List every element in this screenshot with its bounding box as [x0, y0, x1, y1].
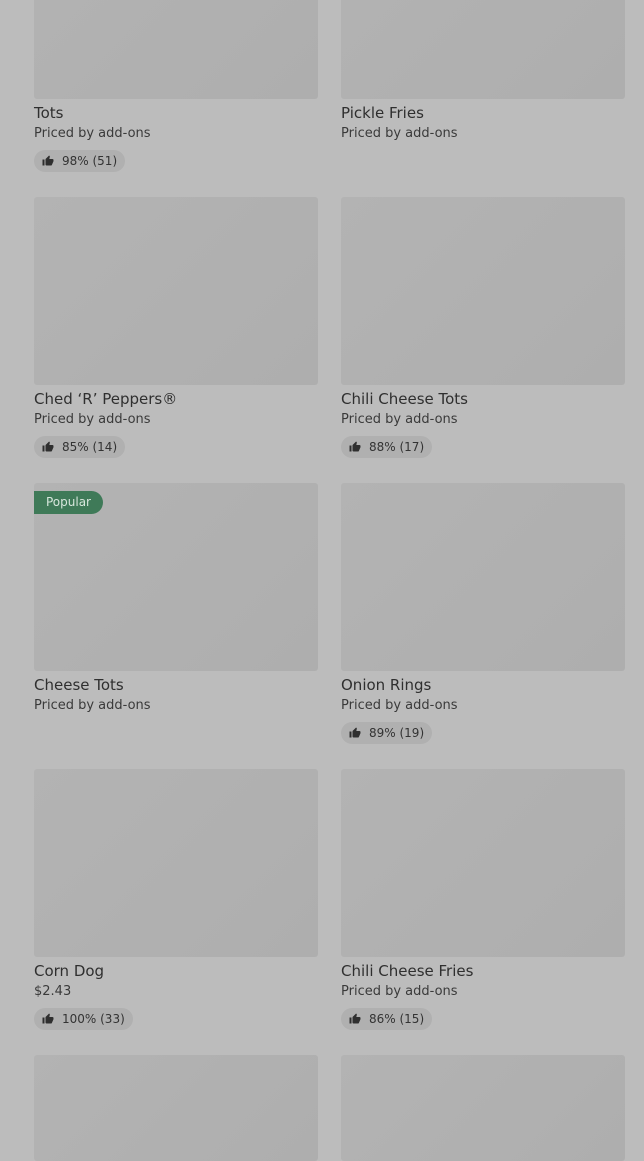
item-image[interactable] — [341, 483, 625, 671]
item-price: Priced by add-ons — [341, 126, 458, 141]
rating-chip: 89% (19) — [341, 722, 433, 744]
menu-item-card[interactable]: Pickle Fries Priced by add-ons — [341, 0, 625, 143]
rating-text: 89% (19) — [369, 726, 425, 740]
rating-chip: 86% (15) — [341, 1008, 433, 1030]
item-price: Priced by add-ons — [341, 984, 458, 999]
rating-chip: 100% (33) — [34, 1008, 133, 1030]
menu-item-grid: Tots Priced by add-ons 98% (51) Pickle F… — [0, 0, 644, 1161]
thumbs-up-icon — [42, 1013, 54, 1024]
popular-badge: Popular — [34, 491, 103, 514]
item-name: Ched ‘R’ Peppers® — [34, 390, 178, 408]
item-image[interactable] — [341, 1055, 625, 1161]
menu-item-card[interactable]: Popular Cheese Tots Priced by add-ons — [34, 483, 318, 715]
thumbs-up-icon — [349, 727, 361, 738]
rating-text: 86% (15) — [369, 1012, 425, 1026]
item-name: Cheese Tots — [34, 676, 124, 694]
rating-chip: 88% (17) — [341, 436, 433, 458]
item-image[interactable] — [341, 197, 625, 385]
item-price: Priced by add-ons — [34, 698, 151, 713]
menu-item-card[interactable]: Tots Priced by add-ons 98% (51) — [34, 0, 318, 172]
rating-chip: 98% (51) — [34, 150, 126, 172]
rating-chip: 85% (14) — [34, 436, 126, 458]
item-image[interactable] — [341, 0, 625, 99]
rating-text: 98% (51) — [62, 154, 118, 168]
item-price: Priced by add-ons — [34, 412, 151, 427]
item-price: Priced by add-ons — [34, 126, 151, 141]
item-image[interactable] — [34, 0, 318, 99]
item-price: $2.43 — [34, 984, 72, 999]
item-name: Corn Dog — [34, 962, 105, 980]
item-image[interactable] — [34, 197, 318, 385]
menu-item-card[interactable]: Chili Cheese Fries Priced by add-ons 86%… — [341, 769, 625, 1030]
menu-item-card[interactable] — [341, 1055, 625, 1161]
rating-text: 85% (14) — [62, 440, 118, 454]
menu-item-card[interactable] — [34, 1055, 318, 1161]
thumbs-up-icon — [349, 1013, 361, 1024]
item-image[interactable] — [341, 769, 625, 957]
item-name: Pickle Fries — [341, 104, 424, 122]
item-image[interactable] — [34, 1055, 318, 1161]
item-image[interactable]: Popular — [34, 483, 318, 671]
menu-item-card[interactable]: Chili Cheese Tots Priced by add-ons 88% … — [341, 197, 625, 458]
item-price: Priced by add-ons — [341, 412, 458, 427]
item-name: Chili Cheese Tots — [341, 390, 468, 408]
thumbs-up-icon — [349, 441, 361, 452]
menu-item-card[interactable]: Onion Rings Priced by add-ons 89% (19) — [341, 483, 625, 744]
item-name: Tots — [34, 104, 64, 122]
item-name: Chili Cheese Fries — [341, 962, 474, 980]
item-price: Priced by add-ons — [341, 698, 458, 713]
menu-item-card[interactable]: Corn Dog $2.43 100% (33) — [34, 769, 318, 1030]
item-image[interactable] — [34, 769, 318, 957]
item-name: Onion Rings — [341, 676, 432, 694]
rating-text: 88% (17) — [369, 440, 425, 454]
rating-text: 100% (33) — [62, 1012, 125, 1026]
thumbs-up-icon — [42, 441, 54, 452]
thumbs-up-icon — [42, 155, 54, 166]
menu-item-card[interactable]: Ched ‘R’ Peppers® Priced by add-ons 85% … — [34, 197, 318, 458]
